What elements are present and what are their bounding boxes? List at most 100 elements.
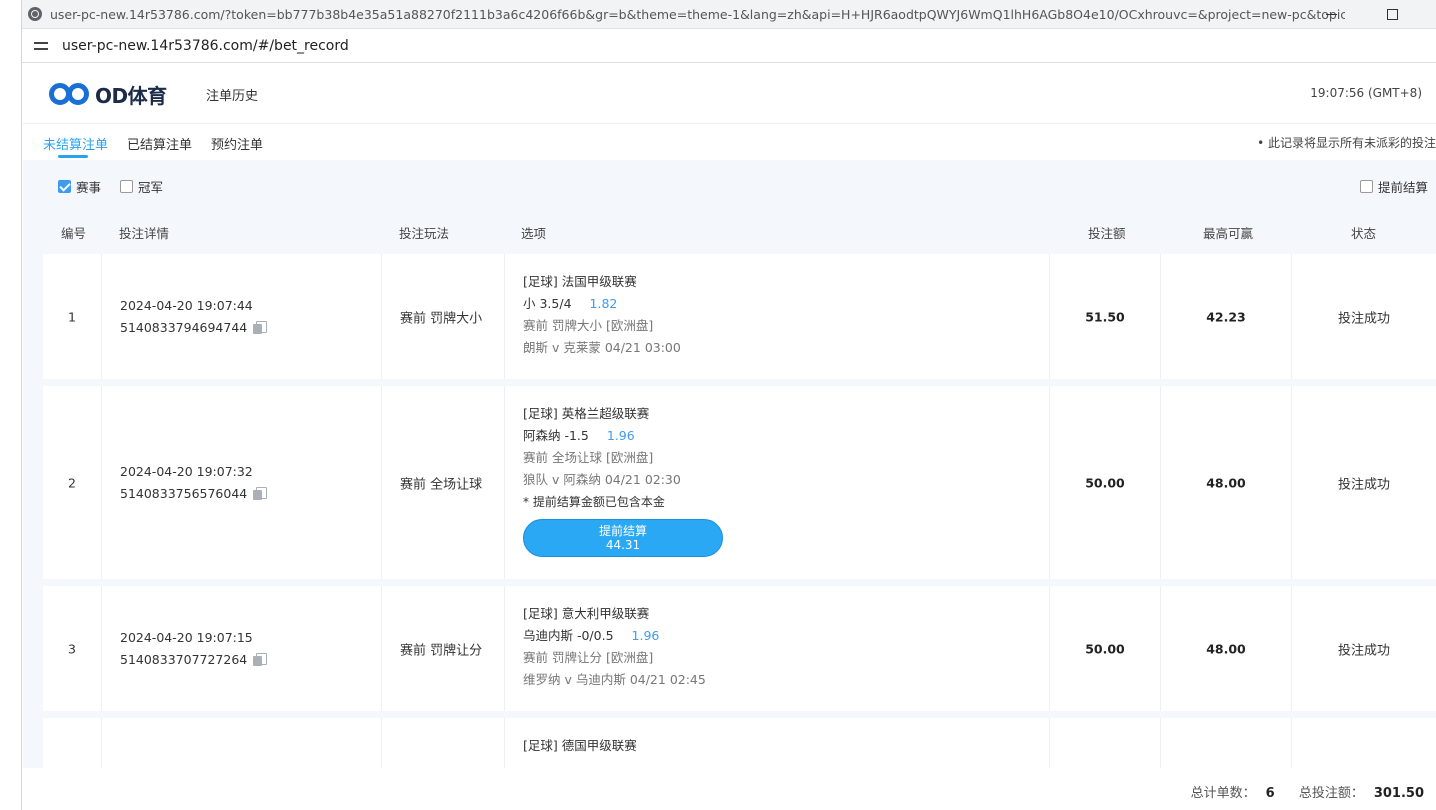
table-row: 1 2024-04-20 19:07:44 5140833794694744 赛… [43,254,1436,379]
league: [足球] 德国甲级联赛 [523,738,637,753]
header: OD体育 注单历史 19:07:56 (GMT+8) [23,64,1436,124]
globe-icon [28,7,42,21]
match-info: 维罗纳 v 乌迪内斯 04/21 02:45 [523,672,706,687]
col-stake: 投注额 [1088,226,1126,241]
early-settle-button[interactable]: 提前结算 44.31 [523,519,723,557]
league: [足球] 英格兰超级联赛 [523,406,650,421]
col-selection: 选项 [521,226,547,241]
stake: 50.00 [1085,641,1125,656]
early-settle-button-label: 提前结算 [598,524,647,538]
bet-selection: [足球] 德国甲级联赛 [523,735,637,757]
bet-detail: 2024-04-20 19:07:44 5140833794694744 [102,295,381,339]
checkbox-unchecked-icon[interactable] [1359,180,1373,193]
summary: 总计单数： 6 总投注额： 301.50 [1191,782,1424,801]
bet-selection: [足球] 意大利甲级联赛 乌迪内斯 -0/0.5 1.96 赛前 罚牌让分 [欧洲… [523,603,706,691]
pick: 阿森纳 -1.5 [523,428,589,443]
league: [足球] 法国甲级联赛 [523,274,637,289]
logo-text: OD体育 [95,83,167,108]
tab-bar: 未结算注单 已结算注单 预约注单 • 此记录将显示所有未派彩的投注 [23,124,1436,160]
bet-play: 赛前 罚牌大小 [400,311,483,326]
total-value: 301.50 [1373,786,1424,801]
col-play: 投注玩法 [399,226,450,241]
status-text: 投注成功 [1337,477,1390,492]
bet-time: 2024-04-20 19:07:15 [120,629,253,645]
bet-play: 赛前 全场让球 [400,477,483,492]
summary-footer: 总计单数： 6 总投注额： 301.50 [43,768,1436,810]
background-window [0,0,22,810]
match-filter-label: 赛事 [76,180,102,195]
stake: 51.50 [1085,309,1125,324]
table-row: 2 2024-04-20 19:07:32 5140833756576044 赛… [43,386,1436,579]
table-row: 3 2024-04-20 19:07:15 5140833707727264 赛… [43,586,1436,711]
status-text: 投注成功 [1337,311,1390,326]
filter-bar: 赛事 冠军 提前结算 [23,160,1436,208]
market: 赛前 罚牌大小 [欧洲盘] [523,318,654,333]
copy-icon[interactable] [253,652,268,666]
row-number: 3 [68,641,76,656]
total-label: 总投注额： [1298,786,1364,801]
match-filter-checkbox[interactable]: 赛事 [58,177,101,196]
minimize-icon[interactable] [1324,6,1340,22]
maximize-icon[interactable] [1384,6,1400,22]
tab-reserved[interactable]: 预约注单 [211,134,263,153]
bet-detail: 2024-04-20 19:07:15 5140833707727264 [102,627,381,671]
checkbox-unchecked-icon[interactable] [120,180,133,193]
bet-detail: 2024-04-20 19:07:32 5140833756576044 [102,461,381,505]
tab-unsettled[interactable]: 未结算注单 [43,134,108,153]
early-settle-note: * 提前结算金额已包含本金 [523,495,665,509]
logo-rings-icon [49,80,93,108]
checkbox-checked-icon[interactable] [58,180,71,193]
champion-filter-checkbox[interactable]: 冠军 [120,177,163,196]
league: [足球] 意大利甲级联赛 [523,606,650,621]
copy-icon[interactable] [253,486,268,500]
window-title-bar: user-pc-new.14r53786.com/?token=bb777b38… [22,0,1436,29]
champion-filter-label: 冠军 [138,180,164,195]
max-win: 42.23 [1206,309,1246,324]
market: 赛前 全场让球 [欧洲盘] [523,450,654,465]
table-header: 编号 投注详情 投注玩法 选项 投注额 最高可赢 状态 [43,208,1436,250]
tab-note: • 此记录将显示所有未派彩的投注 [1257,136,1436,150]
count-value: 6 [1265,786,1275,801]
stake: 50.00 [1085,475,1125,490]
table-row: [足球] 德国甲级联赛 [43,718,1436,768]
col-number: 编号 [61,226,87,241]
bet-table: 编号 投注详情 投注玩法 选项 投注额 最高可赢 状态 1 2024-04-20… [23,208,1436,768]
market: 赛前 罚牌让分 [欧洲盘] [523,650,654,665]
bet-selection: [足球] 英格兰超级联赛 阿森纳 -1.5 1.96 赛前 全场让球 [欧洲盘] … [523,403,723,557]
window-title-url: user-pc-new.14r53786.com/?token=bb777b38… [50,6,1345,22]
tab-active-indicator [58,155,88,158]
app-root: OD体育 注单历史 19:07:56 (GMT+8) 未结算注单 已结算注单 预… [23,64,1436,810]
address-bar[interactable]: user-pc-new.14r53786.com/#/bet_record [22,29,1436,63]
page-title: 注单历史 [206,89,259,104]
order-id: 5140833794694744 [120,319,248,335]
bet-play: 赛前 罚牌让分 [400,643,483,658]
site-settings-icon[interactable] [34,39,52,53]
order-id: 5140833707727264 [120,651,248,667]
col-detail: 投注详情 [119,226,170,241]
early-settle-filter-checkbox[interactable]: 提前结算 [1359,177,1428,196]
early-settle-button-amount: 44.31 [605,538,641,552]
row-number: 1 [68,309,76,324]
col-status: 状态 [1351,226,1377,241]
pick: 乌迪内斯 -0/0.5 [523,628,614,643]
odds: 1.96 [631,628,660,643]
status-text: 投注成功 [1337,643,1390,658]
order-id: 5140833756576044 [120,485,248,501]
tab-settled[interactable]: 已结算注单 [127,134,192,153]
copy-icon[interactable] [253,320,268,334]
match-info: 狼队 v 阿森纳 04/21 02:30 [523,472,681,487]
max-win: 48.00 [1206,641,1246,656]
bet-selection: [足球] 法国甲级联赛 小 3.5/4 1.82 赛前 罚牌大小 [欧洲盘] 朗斯… [523,271,681,359]
server-clock: 19:07:56 (GMT+8) [1310,86,1422,100]
odds: 1.82 [589,296,618,311]
col-max-win: 最高可赢 [1203,226,1254,241]
max-win: 48.00 [1206,475,1246,490]
bet-time: 2024-04-20 19:07:32 [120,463,253,479]
address-url[interactable]: user-pc-new.14r53786.com/#/bet_record [62,38,349,54]
odds: 1.96 [606,428,635,443]
match-info: 朗斯 v 克莱蒙 04/21 03:00 [523,340,681,355]
logo[interactable]: OD体育 [49,79,167,109]
early-settle-filter-label: 提前结算 [1377,180,1428,195]
row-number: 2 [68,475,76,490]
count-label: 总计单数： [1190,786,1256,801]
